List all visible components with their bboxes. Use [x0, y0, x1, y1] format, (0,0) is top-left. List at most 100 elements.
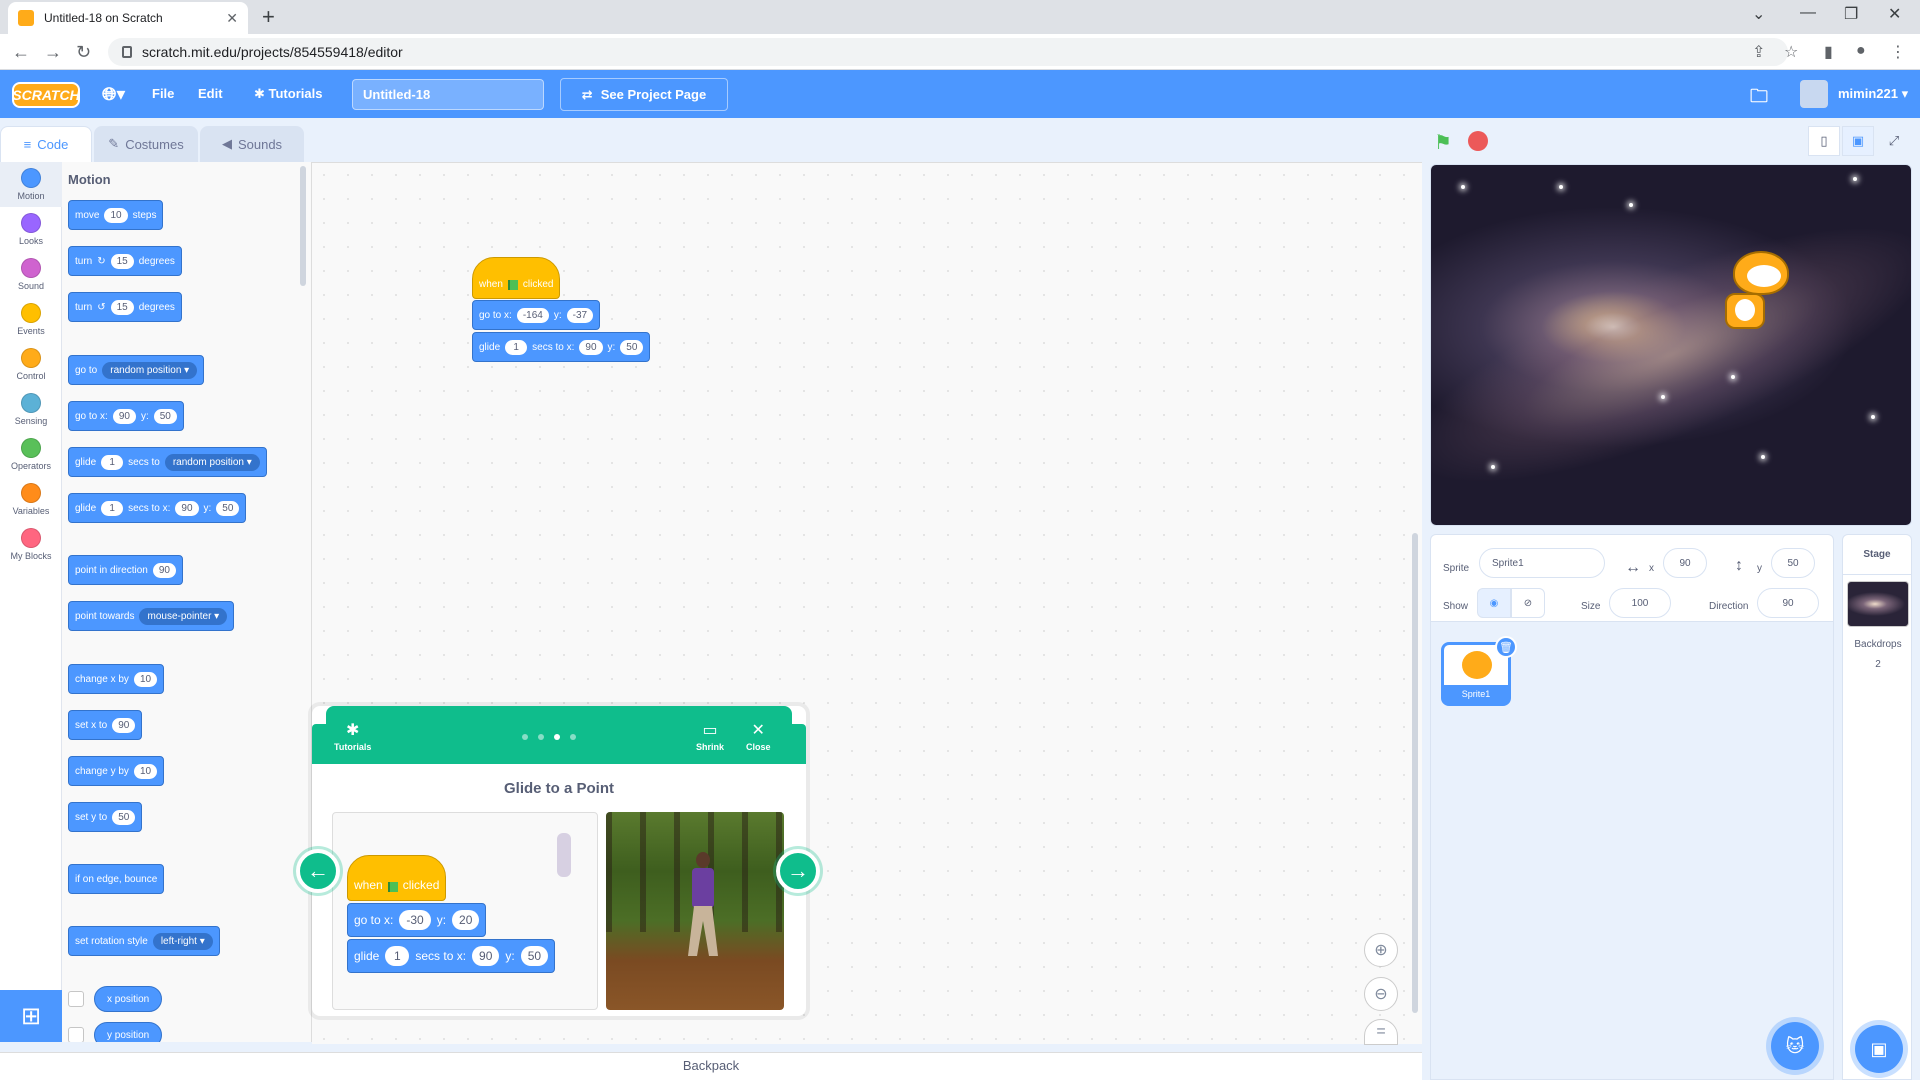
- x-change-input[interactable]: 10: [133, 671, 158, 687]
- scratch-logo[interactable]: SCRATCH: [12, 82, 80, 108]
- stop-button[interactable]: [1468, 131, 1488, 151]
- y-input[interactable]: -37: [566, 307, 594, 323]
- category-motion[interactable]: Motion: [0, 162, 62, 207]
- y-input[interactable]: 50: [620, 339, 644, 355]
- see-project-page-button[interactable]: ⇄ See Project Page: [560, 78, 728, 111]
- x-input[interactable]: 90: [112, 408, 136, 424]
- script-glide-block[interactable]: glide 1 secs to x: 90 y: 50: [472, 332, 651, 362]
- category-control[interactable]: Control: [0, 342, 62, 387]
- x-position-checkbox[interactable]: [68, 991, 84, 1007]
- category-events[interactable]: Events: [0, 297, 62, 342]
- profile-icon[interactable]: ●: [1856, 42, 1866, 60]
- steps-input[interactable]: 10: [104, 207, 128, 223]
- y-input[interactable]: 50: [216, 500, 240, 516]
- y-set-input[interactable]: 50: [112, 809, 136, 825]
- edit-menu[interactable]: Edit: [198, 86, 223, 101]
- y-position-reporter[interactable]: y position: [94, 1022, 163, 1042]
- script-go-to-xy-block[interactable]: go to x: -164 y: -37: [472, 300, 601, 330]
- scratch-cat-sprite[interactable]: [1711, 243, 1791, 343]
- category-looks[interactable]: Looks: [0, 207, 62, 252]
- reload-icon[interactable]: ↻: [76, 42, 91, 63]
- go-to-xy-block[interactable]: go to x: 90 y: 50: [68, 401, 184, 431]
- y-change-input[interactable]: 10: [133, 763, 158, 779]
- tab-code[interactable]: ≡ Code: [0, 126, 92, 162]
- direction-input[interactable]: 90: [152, 562, 176, 578]
- account-menu[interactable]: mimin221 ▾: [1838, 86, 1908, 102]
- rotation-style-dropdown[interactable]: left-right ▾: [152, 932, 213, 950]
- script-area-scrollbar[interactable]: [1412, 533, 1418, 1013]
- category-sensing[interactable]: Sensing: [0, 387, 62, 432]
- x-input[interactable]: -164: [516, 307, 549, 323]
- size-input[interactable]: 100: [1609, 588, 1671, 618]
- secs-input[interactable]: 1: [101, 454, 124, 470]
- choose-backdrop-button[interactable]: ▣: [1855, 1025, 1903, 1073]
- tutorials-library-button[interactable]: ✱ Tutorials: [334, 720, 371, 752]
- direction-input[interactable]: 90: [1757, 588, 1819, 618]
- zoom-reset-button[interactable]: =: [1364, 1019, 1398, 1045]
- set-x-block[interactable]: set x to 90: [68, 710, 143, 740]
- minimize-icon[interactable]: —: [1800, 4, 1816, 22]
- restore-icon[interactable]: ❐: [1844, 4, 1858, 24]
- step-dot-current[interactable]: [554, 734, 560, 740]
- close-tab-icon[interactable]: ✕: [226, 10, 238, 27]
- palette-scrollbar[interactable]: [300, 166, 306, 286]
- glide-to-dropdown[interactable]: random position ▾: [164, 453, 260, 471]
- close-window-icon[interactable]: ✕: [1888, 4, 1901, 24]
- y-input[interactable]: 50: [153, 408, 177, 424]
- tab-sounds[interactable]: ◀︎ Sounds: [200, 126, 304, 162]
- go-to-block[interactable]: go to random position ▾: [68, 355, 205, 385]
- if-on-edge-bounce-block[interactable]: if on edge, bounce: [68, 864, 165, 894]
- tutorial-previous-button[interactable]: ←: [296, 849, 340, 893]
- category-variables[interactable]: Variables: [0, 477, 62, 522]
- zoom-out-button[interactable]: ⊖: [1364, 977, 1398, 1011]
- step-dot[interactable]: [522, 734, 528, 740]
- glide-to-block[interactable]: glide 1 secs to random position ▾: [68, 447, 267, 477]
- tab-search-icon[interactable]: ⌄: [1752, 4, 1765, 24]
- change-x-block[interactable]: change x by 10: [68, 664, 165, 694]
- backpack-bar[interactable]: Backpack: [0, 1052, 1422, 1080]
- side-panel-icon[interactable]: ▮: [1824, 42, 1833, 62]
- browser-tab[interactable]: Untitled-18 on Scratch ✕: [8, 2, 248, 34]
- point-in-direction-block[interactable]: point in direction 90: [68, 555, 183, 585]
- glide-to-xy-block[interactable]: glide 1 secs to x: 90 y: 50: [68, 493, 247, 523]
- category-operators[interactable]: Operators: [0, 432, 62, 477]
- green-flag-button[interactable]: ⚑: [1434, 130, 1456, 154]
- step-dot[interactable]: [538, 734, 544, 740]
- url-field[interactable]: scratch.mit.edu/projects/854559418/edito…: [108, 38, 1788, 66]
- new-tab-button[interactable]: +: [262, 6, 275, 28]
- set-y-block[interactable]: set y to 50: [68, 802, 143, 832]
- close-button[interactable]: ✕ Close: [746, 720, 771, 752]
- x-position-reporter[interactable]: x position: [94, 986, 163, 1012]
- zoom-in-button[interactable]: ⊕: [1364, 933, 1398, 967]
- secs-input[interactable]: 1: [101, 500, 124, 516]
- share-icon[interactable]: ⇪: [1752, 42, 1765, 62]
- normal-stage-button[interactable]: ▣: [1842, 126, 1874, 156]
- show-visible-button[interactable]: ◉: [1477, 588, 1511, 618]
- go-to-dropdown[interactable]: random position ▾: [102, 361, 198, 379]
- degrees-input[interactable]: 15: [110, 253, 134, 269]
- project-title-input[interactable]: [352, 79, 544, 110]
- fullscreen-button[interactable]: ⤢: [1878, 126, 1910, 156]
- degrees-input[interactable]: 15: [110, 299, 134, 315]
- delete-sprite-button[interactable]: 🗑︎: [1495, 636, 1517, 658]
- x-set-input[interactable]: 90: [112, 717, 136, 733]
- y-position-checkbox[interactable]: [68, 1027, 84, 1042]
- avatar[interactable]: [1800, 80, 1828, 108]
- move-steps-block[interactable]: move 10 steps: [68, 200, 164, 230]
- browser-menu-icon[interactable]: ⋮: [1890, 42, 1906, 62]
- language-globe-icon[interactable]: 🌐︎▾: [102, 84, 125, 105]
- category-sound[interactable]: Sound: [0, 252, 62, 297]
- x-position-input[interactable]: 90: [1663, 548, 1707, 578]
- point-towards-dropdown[interactable]: mouse-pointer ▾: [139, 607, 228, 625]
- change-y-block[interactable]: change y by 10: [68, 756, 165, 786]
- show-hidden-button[interactable]: ⊘: [1511, 588, 1545, 618]
- choose-sprite-button[interactable]: 🐱︎: [1771, 1022, 1819, 1070]
- back-icon[interactable]: ←: [12, 42, 30, 63]
- x-input[interactable]: 90: [175, 500, 199, 516]
- forward-icon[interactable]: →: [44, 42, 62, 63]
- stage-canvas[interactable]: [1430, 164, 1912, 526]
- x-input[interactable]: 90: [579, 339, 603, 355]
- when-flag-clicked-hat-block[interactable]: when clicked: [472, 257, 561, 299]
- sprite-name-input[interactable]: Sprite1: [1479, 548, 1605, 578]
- step-dot[interactable]: [570, 734, 576, 740]
